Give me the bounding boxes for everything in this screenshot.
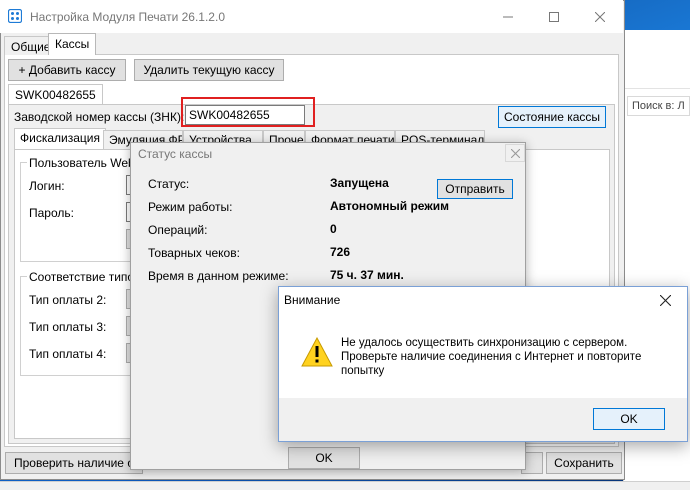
warning-message-line: Не удалось осуществить синхронизацию с с… — [341, 337, 628, 349]
warning-close-button[interactable] — [655, 291, 675, 309]
delete-cash-button[interactable]: Удалить текущую кассу — [134, 59, 284, 81]
receipts-value: 726 — [330, 245, 351, 259]
close-icon — [659, 294, 671, 306]
close-icon — [510, 148, 520, 158]
window-title: Настройка Модуля Печати 26.1.2.0 — [30, 10, 225, 24]
cash-status-button[interactable]: Состояние кассы — [498, 106, 606, 128]
app-icon — [8, 9, 22, 23]
warning-ok-button[interactable]: OK — [593, 408, 665, 430]
payment-type-4-label: Тип оплаты 4: — [29, 347, 107, 361]
tab-cash[interactable]: Кассы — [48, 33, 97, 55]
operations-label: Операций: — [148, 223, 208, 237]
payment-types-title: Соответствие типов — [27, 270, 143, 284]
status-label: Статус: — [148, 177, 190, 191]
check-updates-button[interactable]: Проверить наличие обн — [5, 452, 143, 474]
send-button[interactable]: Отправить — [437, 179, 513, 199]
warning-icon — [301, 337, 333, 367]
warning-message-line: попытку — [341, 365, 385, 377]
serial-number-input[interactable] — [185, 105, 305, 125]
tab-cash-serial[interactable]: SWK00482655 — [8, 84, 103, 104]
add-cash-button[interactable]: + Добавить кассу — [8, 59, 126, 81]
maximize-icon — [549, 11, 559, 22]
mode-time-label: Время в данном режиме: — [148, 269, 289, 283]
maximize-button[interactable] — [531, 0, 577, 33]
background-divider — [623, 88, 690, 89]
background-search-input[interactable]: Поиск в: Л — [627, 96, 690, 116]
payment-type-3-label: Тип оплаты 3: — [29, 320, 107, 334]
payment-type-2-label: Тип оплаты 2: — [29, 293, 107, 307]
user-groupbox-title: Пользователь Webk — [27, 156, 143, 170]
close-button[interactable] — [577, 0, 623, 33]
taskbar — [0, 481, 690, 490]
work-mode-value: Автономный режим — [330, 199, 450, 213]
minimize-icon — [503, 16, 513, 17]
operations-value: 0 — [330, 222, 337, 236]
password-label: Пароль: — [29, 206, 74, 220]
warning-dialog-title: Внимание — [284, 293, 341, 307]
receipts-label: Товарных чеков: — [148, 246, 240, 260]
status-ok-button[interactable]: OK — [288, 447, 360, 469]
login-label: Логин: — [29, 179, 65, 193]
close-icon — [595, 11, 605, 22]
mode-time-value: 75 ч. 37 мин. — [330, 268, 404, 282]
status-value: Запущена — [330, 176, 389, 190]
status-dialog-title: Статус кассы — [138, 147, 213, 161]
serial-number-label: Заводской номер кассы (ЗНК): — [14, 110, 185, 124]
work-mode-label: Режим работы: — [148, 200, 233, 214]
warning-message: Не удалось осуществить синхронизацию с с… — [341, 336, 671, 378]
save-button[interactable]: Сохранить — [546, 452, 622, 474]
status-dialog-close-button[interactable] — [505, 144, 525, 162]
minimize-button[interactable] — [485, 0, 531, 33]
tab-fiscalization[interactable]: Фискализация — [14, 128, 106, 149]
warning-message-line: Проверьте наличие соединения с Интернет … — [341, 351, 642, 363]
